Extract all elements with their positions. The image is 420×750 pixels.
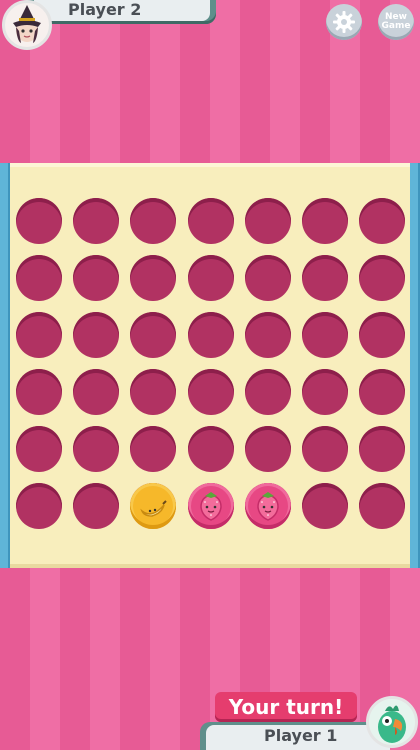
board-hole[interactable] (302, 483, 348, 529)
player-1-nameplate: Player 1 (200, 722, 390, 750)
board-hole[interactable] (130, 312, 177, 358)
player-2-nameplate: Player 2 (28, 0, 216, 24)
board-left-rail (0, 163, 10, 568)
board-hole[interactable] (16, 426, 62, 472)
board-hole[interactable] (302, 255, 348, 301)
board-hole[interactable] (73, 198, 120, 244)
player-2-name: Player 2 (68, 0, 142, 19)
board-hole[interactable] (359, 369, 406, 415)
board-hole[interactable] (16, 198, 62, 244)
strawberry-disc (187, 483, 234, 529)
game-board (0, 163, 420, 568)
board-hole[interactable] (187, 426, 234, 472)
board-hole[interactable] (73, 426, 120, 472)
board-hole[interactable] (73, 312, 120, 358)
board-hole[interactable] (244, 198, 291, 244)
board-hole[interactable] (187, 369, 234, 415)
turn-text: Your turn! (228, 695, 344, 719)
board-hole[interactable] (187, 255, 234, 301)
board-hole[interactable] (187, 312, 234, 358)
new-game-button[interactable]: New Game (378, 4, 414, 40)
gear-icon (333, 11, 355, 33)
board-hole[interactable] (359, 312, 406, 358)
board-hole[interactable] (16, 255, 62, 301)
board-hole[interactable] (16, 369, 62, 415)
turn-indicator: Your turn! (215, 692, 357, 722)
parrot-avatar-icon (366, 696, 418, 748)
board-hole[interactable] (302, 198, 348, 244)
board-hole[interactable] (302, 426, 348, 472)
board-hole[interactable] (244, 369, 291, 415)
top-bar: Player 2 New Game (0, 0, 420, 50)
board-hole[interactable] (130, 426, 177, 472)
board-hole[interactable] (130, 255, 177, 301)
board-grid[interactable] (10, 163, 410, 568)
board-hole[interactable] (244, 255, 291, 301)
board-hole[interactable] (359, 255, 406, 301)
board-hole[interactable] (302, 369, 348, 415)
banana-disc (130, 483, 177, 529)
board-hole[interactable] (73, 369, 120, 415)
board-hole[interactable] (130, 369, 177, 415)
board-hole[interactable] (187, 198, 234, 244)
board-hole[interactable] (73, 483, 120, 529)
board-hole[interactable] (73, 255, 120, 301)
board-right-rail (410, 163, 420, 568)
board-hole[interactable] (244, 312, 291, 358)
settings-button[interactable] (326, 4, 362, 40)
board-hole[interactable] (359, 483, 406, 529)
board-hole[interactable] (130, 198, 177, 244)
board-hole[interactable] (244, 426, 291, 472)
new-game-label: New Game (381, 12, 411, 31)
strawberry-disc (244, 483, 291, 529)
board-hole[interactable] (16, 312, 62, 358)
board-hole[interactable] (359, 426, 406, 472)
board-hole[interactable] (16, 483, 62, 529)
board-hole[interactable] (302, 312, 348, 358)
player-1-name: Player 1 (264, 726, 338, 745)
witch-avatar-icon (2, 0, 52, 50)
board-hole[interactable] (359, 198, 406, 244)
